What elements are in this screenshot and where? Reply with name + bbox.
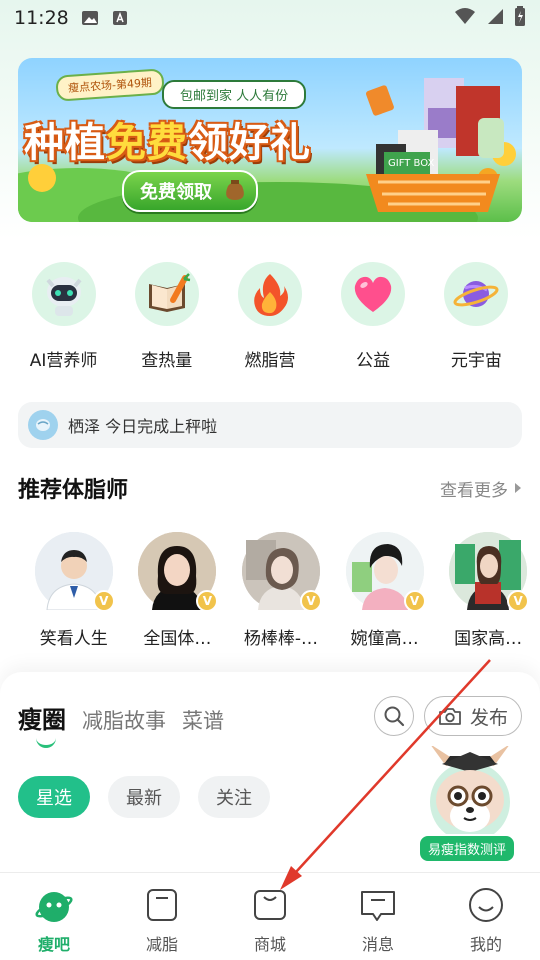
quick-entry-label: 元宇宙 bbox=[450, 351, 502, 371]
avatar: V bbox=[241, 532, 322, 612]
coach-name: 国家高… bbox=[454, 629, 523, 649]
active-tab-indicator bbox=[36, 738, 56, 748]
message-icon bbox=[358, 885, 398, 925]
view-more-label: 查看更多 bbox=[440, 480, 508, 501]
bottom-nav: 瘦吧 减脂 商城 消息 我的 bbox=[0, 872, 540, 960]
activity-notice[interactable]: 栖泽 今日完成上秤啦 bbox=[18, 402, 522, 448]
fox-mascot-icon bbox=[430, 744, 510, 842]
verified-badge: V bbox=[299, 590, 322, 612]
quick-entry-ai-nutritionist[interactable]: AI营养师 bbox=[14, 262, 114, 371]
tab-slim-circle[interactable]: 瘦圈 bbox=[18, 700, 66, 735]
banner-title-part1: 种植 bbox=[24, 120, 106, 166]
smiley-icon bbox=[466, 885, 506, 925]
quick-entry-label: 查热量 bbox=[141, 351, 193, 371]
status-time: 11:28 bbox=[14, 7, 69, 29]
verified-badge: V bbox=[403, 590, 426, 612]
coach-card[interactable]: V 婉僮高… bbox=[333, 532, 437, 649]
view-more-link[interactable]: 查看更多 bbox=[440, 476, 522, 501]
quick-entry-label: 公益 bbox=[356, 351, 391, 371]
coaches-header: 推荐体脂师 查看更多 bbox=[18, 472, 522, 504]
verified-badge: V bbox=[507, 590, 530, 612]
sack-icon bbox=[226, 180, 244, 200]
nav-label: 减脂 bbox=[145, 935, 178, 954]
quick-entry-label: AI营养师 bbox=[29, 351, 98, 371]
feed-filter-chips: 星选 最新 关注 bbox=[18, 776, 270, 818]
tab-fat-loss-stories[interactable]: 减脂故事 bbox=[82, 705, 166, 735]
banner-claim-label: 免费领取 bbox=[140, 182, 212, 203]
chip-featured[interactable]: 星选 bbox=[18, 776, 90, 818]
nav-label: 我的 bbox=[469, 935, 502, 954]
shopping-bag-icon bbox=[250, 885, 290, 925]
gift-box-text: GIFT BOX bbox=[388, 158, 434, 169]
flame-icon bbox=[237, 262, 302, 326]
planet-home-icon bbox=[34, 885, 74, 925]
nav-mall[interactable]: 商城 bbox=[216, 873, 324, 960]
publish-label: 发布 bbox=[469, 706, 508, 729]
heart-icon bbox=[341, 262, 406, 326]
nav-messages[interactable]: 消息 bbox=[324, 873, 432, 960]
quick-entry-metaverse[interactable]: 元宇宙 bbox=[426, 262, 526, 371]
promo-banner[interactable]: 瘦点农场-第49期 包邮到家 人人有份 种植免费领好礼 免费领取 GIFT BO… bbox=[18, 58, 522, 222]
chip-latest[interactable]: 最新 bbox=[108, 776, 180, 818]
coach-name: 婉僮高… bbox=[350, 629, 419, 649]
nav-label: 消息 bbox=[361, 935, 394, 954]
quick-entry-label: 燃脂营 bbox=[244, 351, 296, 371]
banner-claim-button[interactable]: 免费领取 bbox=[122, 170, 258, 212]
nav-label: 瘦吧 bbox=[37, 935, 70, 954]
banner-subtitle: 包邮到家 人人有份 bbox=[162, 80, 307, 109]
coach-card[interactable]: V 笑看人生 bbox=[22, 532, 126, 649]
planet-icon bbox=[444, 262, 509, 326]
coach-card[interactable]: V 杨棒棒-… bbox=[229, 532, 333, 649]
banner-title: 种植免费领好礼 bbox=[24, 110, 311, 168]
nav-home[interactable]: 瘦吧 bbox=[0, 873, 108, 960]
mascot-label: 易瘦指数测评 bbox=[418, 834, 517, 863]
notebook-icon bbox=[142, 885, 182, 925]
quick-entry-row: AI营养师 查热量 燃脂营 公益 元宇宙 bbox=[0, 262, 540, 371]
publish-button[interactable]: 发布 bbox=[424, 696, 522, 736]
coach-name: 笑看人生 bbox=[39, 629, 108, 649]
robot-icon bbox=[31, 262, 96, 326]
search-icon bbox=[384, 706, 405, 727]
camera-icon bbox=[439, 708, 461, 725]
a-notification-icon bbox=[111, 10, 129, 26]
book-carrot-icon bbox=[134, 262, 199, 326]
image-notification-icon bbox=[81, 10, 99, 26]
nav-profile[interactable]: 我的 bbox=[432, 873, 540, 960]
battery-icon bbox=[514, 6, 526, 30]
quick-entry-charity[interactable]: 公益 bbox=[323, 262, 423, 371]
tab-recipes[interactable]: 菜谱 bbox=[182, 705, 224, 735]
caret-right-icon bbox=[515, 483, 521, 493]
feed-tabs: 瘦圈 减脂故事 菜谱 bbox=[18, 700, 224, 735]
coach-card[interactable]: V 国家高… bbox=[436, 532, 540, 649]
quick-entry-calories[interactable]: 查热量 bbox=[117, 262, 217, 371]
gift-basket-illustration: GIFT BOX bbox=[366, 78, 504, 212]
search-button[interactable] bbox=[374, 696, 414, 736]
banner-title-part3: 领好礼 bbox=[188, 120, 311, 166]
notice-avatar bbox=[28, 410, 58, 440]
wifi-icon bbox=[454, 7, 476, 29]
chip-following[interactable]: 关注 bbox=[198, 776, 270, 818]
quick-entry-fat-burn-camp[interactable]: 燃脂营 bbox=[220, 262, 320, 371]
notice-text: 栖泽 今日完成上秤啦 bbox=[68, 417, 218, 436]
nav-fat-loss[interactable]: 减脂 bbox=[108, 873, 216, 960]
signal-icon bbox=[486, 7, 504, 29]
avatar: V bbox=[34, 532, 115, 612]
section-title: 推荐体脂师 bbox=[18, 478, 129, 503]
coach-list: V 笑看人生 V 全国体… V 杨棒棒-… V 婉僮高… V 国家高… bbox=[0, 532, 540, 649]
avatar: V bbox=[138, 532, 219, 612]
banner-title-part2: 免费 bbox=[106, 120, 188, 166]
status-bar: 11:28 bbox=[0, 0, 540, 36]
coach-card[interactable]: V 全国体… bbox=[126, 532, 230, 649]
avatar: V bbox=[345, 532, 426, 612]
nav-label: 商城 bbox=[253, 935, 286, 954]
coach-name: 杨棒棒-… bbox=[243, 629, 319, 649]
coach-name: 全国体… bbox=[143, 629, 212, 649]
avatar: V bbox=[449, 532, 530, 612]
verified-badge: V bbox=[92, 590, 115, 612]
